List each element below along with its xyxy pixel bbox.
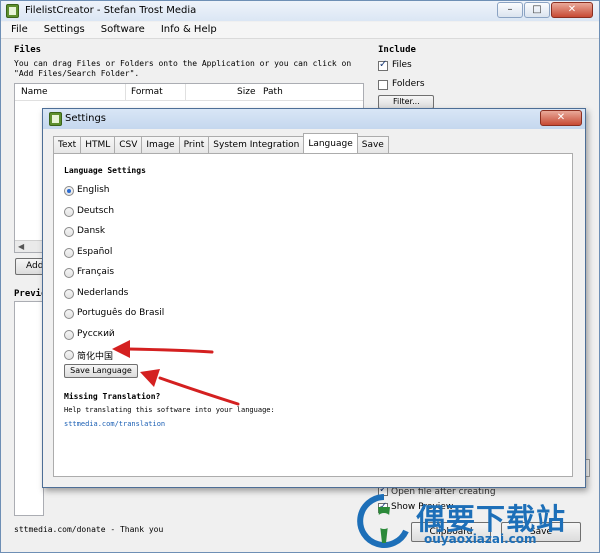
- missing-translation-heading: Missing Translation?: [64, 392, 161, 401]
- tab-image[interactable]: Image: [141, 136, 180, 153]
- watermark: 偶要下载站 ouyaoxiazai.com: [356, 493, 596, 549]
- settings-tabs: Text HTML CSV Image Print System Integra…: [53, 133, 389, 153]
- save-language-button[interactable]: Save Language: [64, 364, 138, 378]
- label-nederlands: Nederlands: [77, 288, 129, 298]
- preview-area: [14, 301, 44, 516]
- radio-deutsch[interactable]: [64, 207, 74, 217]
- radio-francais[interactable]: [64, 268, 74, 278]
- include-folders-label: Folders: [392, 79, 425, 89]
- column-divider: [125, 84, 126, 100]
- settings-dialog: Settings ✕ Text HTML CSV Image Print Sys…: [42, 108, 586, 488]
- settings-app-icon: [49, 112, 62, 126]
- files-help-text: You can drag Files or Folders onto the A…: [14, 59, 352, 78]
- label-portugues-brasil: Português do Brasil: [77, 308, 165, 318]
- file-list-header: Name Format Size Path: [15, 84, 363, 101]
- tab-text[interactable]: Text: [53, 136, 82, 153]
- label-espanol: Español: [77, 247, 113, 257]
- tab-language[interactable]: Language: [303, 133, 358, 153]
- column-path[interactable]: Path: [263, 87, 283, 97]
- column-format[interactable]: Format: [131, 87, 163, 97]
- tab-print[interactable]: Print: [178, 136, 210, 153]
- radio-chinese-simplified[interactable]: [64, 350, 74, 360]
- menu-settings[interactable]: Settings: [34, 22, 91, 38]
- radio-espanol[interactable]: [64, 248, 74, 258]
- include-folders-checkbox[interactable]: [378, 80, 388, 90]
- menu-software[interactable]: Software: [91, 22, 151, 38]
- main-title-bar[interactable]: FilelistCreator - Stefan Trost Media – □…: [1, 1, 599, 21]
- files-heading: Files: [14, 45, 42, 55]
- tab-save[interactable]: Save: [356, 136, 389, 153]
- tab-html[interactable]: HTML: [80, 136, 116, 153]
- filter-button[interactable]: Filter...: [378, 95, 434, 109]
- include-files-checkbox[interactable]: [378, 59, 388, 71]
- window-controls: – □ ✕: [496, 2, 593, 18]
- include-heading: Include: [378, 45, 416, 55]
- column-divider: [185, 84, 186, 100]
- language-tab-panel: Language Settings English Deutsch Dansk …: [53, 153, 573, 477]
- tab-system-integration[interactable]: System Integration: [208, 136, 305, 153]
- minimize-button[interactable]: –: [497, 2, 523, 18]
- watermark-url: ouyaoxiazai.com: [424, 532, 537, 546]
- label-francais: Français: [77, 267, 115, 277]
- app-icon: [6, 4, 19, 18]
- radio-russian[interactable]: [64, 330, 74, 340]
- column-size[interactable]: Size: [237, 87, 255, 97]
- label-dansk: Dansk: [77, 226, 106, 236]
- help-translating-text: Help translating this software into your…: [64, 406, 275, 414]
- label-russian: Русский: [77, 329, 115, 339]
- menu-bar: File Settings Software Info & Help: [1, 22, 599, 39]
- column-name[interactable]: Name: [21, 87, 48, 97]
- settings-title: Settings: [65, 113, 107, 124]
- radio-nederlands[interactable]: [64, 289, 74, 299]
- translation-link[interactable]: sttmedia.com/translation: [64, 420, 165, 428]
- maximize-button[interactable]: □: [524, 2, 550, 18]
- watermark-logo-icon: [357, 494, 409, 548]
- tab-csv[interactable]: CSV: [114, 136, 143, 153]
- main-window-title: FilelistCreator - Stefan Trost Media: [25, 5, 197, 16]
- donate-text: sttmedia.com/donate - Thank you: [14, 525, 164, 534]
- scroll-left-icon[interactable]: ◀: [18, 242, 24, 251]
- menu-file[interactable]: File: [1, 22, 34, 38]
- close-button[interactable]: ✕: [551, 2, 593, 18]
- label-english: English: [77, 185, 110, 195]
- include-files-label: Files: [392, 60, 412, 70]
- settings-title-bar[interactable]: Settings: [43, 109, 585, 129]
- radio-dansk[interactable]: [64, 227, 74, 237]
- language-settings-heading: Language Settings: [64, 166, 146, 175]
- label-chinese-simplified: 简化中国: [77, 352, 114, 362]
- radio-portugues-brasil[interactable]: [64, 309, 74, 319]
- label-deutsch: Deutsch: [77, 206, 115, 216]
- radio-english[interactable]: [64, 186, 74, 196]
- settings-close-button[interactable]: ✕: [540, 110, 582, 126]
- menu-info-help[interactable]: Info & Help: [151, 22, 223, 38]
